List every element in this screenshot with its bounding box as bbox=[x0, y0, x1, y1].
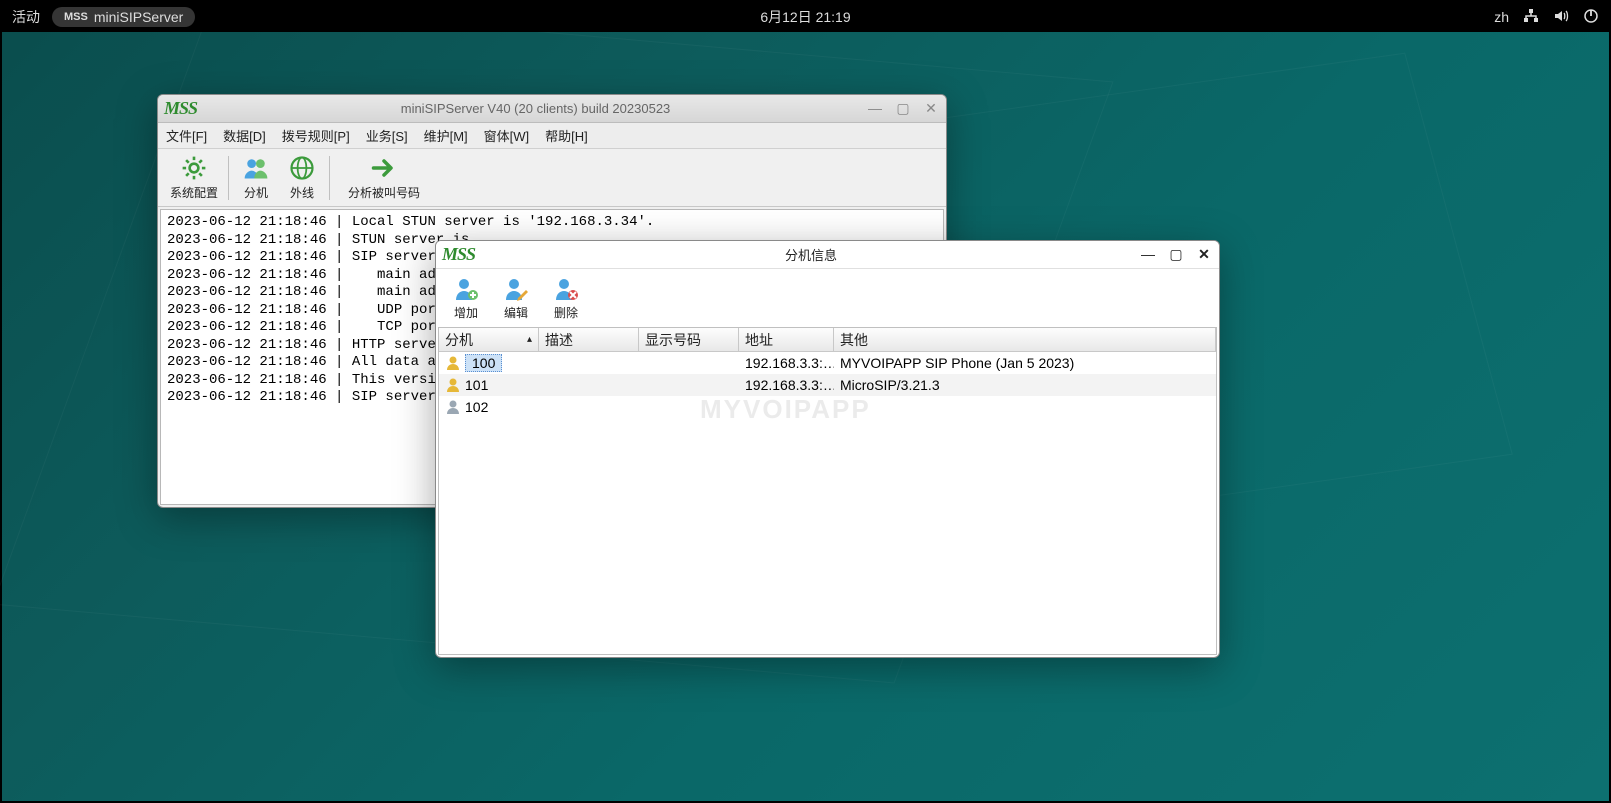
add-button[interactable]: 增加 bbox=[444, 273, 488, 323]
running-app-pill[interactable]: MSS miniSIPServer bbox=[52, 7, 195, 27]
table-header: 分机▴ 描述 显示号码 地址 其他 bbox=[439, 328, 1216, 352]
cell-other: MYVOIPAPP SIP Phone (Jan 5 2023) bbox=[834, 355, 1216, 371]
app-logo-tiny: MSS bbox=[64, 11, 88, 23]
minimize-icon[interactable]: — bbox=[866, 100, 884, 117]
menu-file[interactable]: 文件[F] bbox=[166, 126, 207, 145]
sysconfig-label: 系统配置 bbox=[170, 184, 218, 201]
user-delete-icon bbox=[553, 276, 579, 302]
header-desc[interactable]: 描述 bbox=[539, 328, 639, 351]
close-icon[interactable]: ✕ bbox=[922, 100, 940, 117]
input-lang-indicator[interactable]: zh bbox=[1494, 9, 1509, 25]
ext-number: 101 bbox=[465, 377, 488, 393]
power-icon[interactable] bbox=[1583, 8, 1599, 27]
user-offline-icon bbox=[445, 399, 461, 415]
users-icon bbox=[242, 154, 270, 182]
delete-button[interactable]: 删除 bbox=[544, 273, 588, 323]
header-disp[interactable]: 显示号码 bbox=[639, 328, 739, 351]
network-icon[interactable] bbox=[1523, 8, 1539, 27]
external-label: 外线 bbox=[290, 184, 314, 201]
toolbar-separator bbox=[329, 156, 330, 200]
main-toolbar: 系统配置 分机 外线 分析被叫号码 bbox=[158, 149, 946, 207]
header-addr[interactable]: 地址 bbox=[739, 328, 834, 351]
menu-window[interactable]: 窗体[W] bbox=[484, 126, 530, 145]
menu-help[interactable]: 帮助[H] bbox=[545, 126, 588, 145]
menu-dialplan[interactable]: 拨号规则[P] bbox=[282, 126, 350, 145]
extension-dialog: MSS 分机信息 — ▢ ✕ 增加 编辑 删除 分机▴ 描述 显示号码 地址 其… bbox=[435, 240, 1220, 658]
main-window-title: miniSIPServer V40 (20 clients) build 202… bbox=[205, 101, 866, 116]
edit-label: 编辑 bbox=[504, 304, 528, 321]
add-label: 增加 bbox=[454, 304, 478, 321]
extension-label: 分机 bbox=[244, 184, 268, 201]
extension-titlebar[interactable]: MSS 分机信息 — ▢ ✕ bbox=[436, 241, 1219, 269]
minimize-icon[interactable]: — bbox=[1139, 246, 1157, 263]
sort-asc-icon: ▴ bbox=[527, 334, 532, 345]
delete-label: 删除 bbox=[554, 304, 578, 321]
clock[interactable]: 6月12日 21:19 bbox=[760, 7, 850, 27]
main-menubar: 文件[F] 数据[D] 拨号规则[P] 业务[S] 维护[M] 窗体[W] 帮助… bbox=[158, 123, 946, 149]
extension-button[interactable]: 分机 bbox=[233, 152, 279, 204]
header-other[interactable]: 其他 bbox=[834, 328, 1216, 351]
sysconfig-button[interactable]: 系统配置 bbox=[164, 152, 224, 204]
gear-icon bbox=[180, 154, 208, 182]
volume-icon[interactable] bbox=[1553, 8, 1569, 27]
ext-number: 102 bbox=[465, 399, 488, 415]
user-online-icon bbox=[445, 377, 461, 393]
toolbar-separator bbox=[228, 156, 229, 200]
edit-button[interactable]: 编辑 bbox=[494, 273, 538, 323]
globe-icon bbox=[288, 154, 316, 182]
external-line-button[interactable]: 外线 bbox=[279, 152, 325, 204]
table-row[interactable]: 102 bbox=[439, 396, 1216, 418]
analyze-button[interactable]: 分析被叫号码 bbox=[334, 152, 434, 204]
close-icon[interactable]: ✕ bbox=[1195, 246, 1213, 263]
maximize-icon[interactable]: ▢ bbox=[1167, 246, 1185, 263]
cell-addr: 192.168.3.3:… bbox=[739, 377, 834, 393]
extension-toolbar: 增加 编辑 删除 bbox=[436, 269, 1219, 327]
table-body: 100 192.168.3.3:…MYVOIPAPP SIP Phone (Jan… bbox=[439, 352, 1216, 654]
cell-addr: 192.168.3.3:… bbox=[739, 355, 834, 371]
gnome-top-bar: 活动 MSS miniSIPServer 6月12日 21:19 zh bbox=[2, 2, 1609, 32]
user-add-icon bbox=[453, 276, 479, 302]
menu-data[interactable]: 数据[D] bbox=[223, 126, 266, 145]
mss-logo-icon: MSS bbox=[442, 244, 475, 265]
menu-maintain[interactable]: 维护[M] bbox=[424, 126, 468, 145]
main-titlebar[interactable]: MSS miniSIPServer V40 (20 clients) build… bbox=[158, 95, 946, 123]
activities-button[interactable]: 活动 bbox=[12, 7, 40, 27]
extension-dialog-title: 分机信息 bbox=[483, 245, 1139, 264]
user-edit-icon bbox=[503, 276, 529, 302]
menu-service[interactable]: 业务[S] bbox=[366, 126, 408, 145]
header-ext[interactable]: 分机▴ bbox=[439, 328, 539, 351]
maximize-icon[interactable]: ▢ bbox=[894, 100, 912, 117]
extension-table: 分机▴ 描述 显示号码 地址 其他 100 192.168.3.3:…MYVOIP… bbox=[438, 327, 1217, 655]
mss-logo-icon: MSS bbox=[164, 98, 197, 119]
arrow-right-icon bbox=[370, 154, 398, 182]
table-row[interactable]: 101 192.168.3.3:…MicroSIP/3.21.3 bbox=[439, 374, 1216, 396]
table-row[interactable]: 100 192.168.3.3:…MYVOIPAPP SIP Phone (Jan… bbox=[439, 352, 1216, 374]
cell-other: MicroSIP/3.21.3 bbox=[834, 377, 1216, 393]
running-app-name: miniSIPServer bbox=[94, 9, 183, 25]
analyze-label: 分析被叫号码 bbox=[348, 184, 420, 201]
user-online-icon bbox=[445, 355, 461, 371]
ext-number: 100 bbox=[465, 354, 502, 372]
